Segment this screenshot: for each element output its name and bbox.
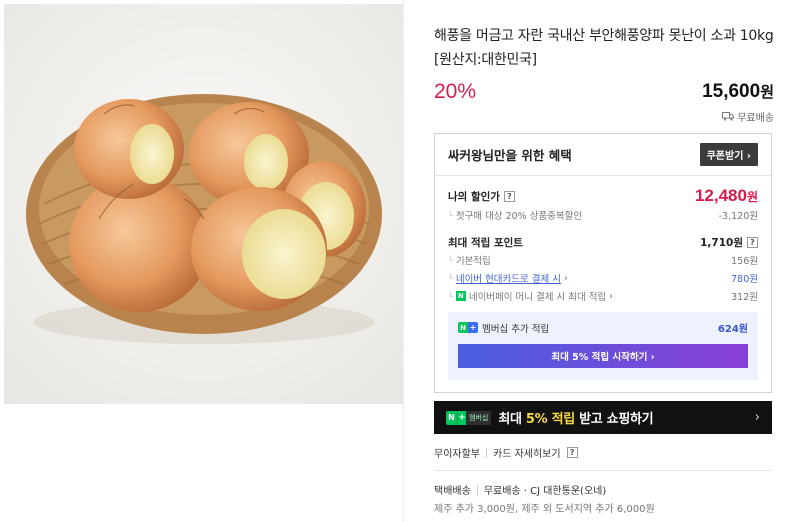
naver-plus-membership-badge: N + 멤버십 bbox=[446, 410, 492, 425]
sub-item-icon: └ bbox=[448, 291, 453, 301]
npay-points-value: 312원 bbox=[731, 292, 758, 303]
npay-points-label[interactable]: └ N 네이버페이 머니 결제 시 최대 적립 › bbox=[448, 289, 614, 304]
product-price: 15,600원 bbox=[702, 81, 774, 103]
sub-item-icon: └ bbox=[448, 255, 453, 265]
product-title: 해풍을 머금고 자란 국내산 부안해풍양파 못난이 소과 10kg [원산지:대… bbox=[434, 28, 774, 68]
product-photo bbox=[4, 4, 403, 404]
basic-points-label: └ 기본적립 bbox=[448, 253, 491, 268]
membership-label: N + 멤버십 추가 적립 bbox=[458, 321, 549, 335]
membership-row: N + 멤버십 추가 적립 624원 bbox=[458, 320, 748, 335]
chevron-right-icon: › bbox=[609, 290, 614, 302]
delivery-method: 택배배송 bbox=[434, 486, 471, 497]
membership-label-text: 멤버십 추가 적립 bbox=[482, 323, 550, 335]
badge-text: 멤버십 bbox=[466, 410, 492, 425]
my-price: 12,480원 bbox=[695, 186, 758, 206]
npay-points-row: └ N 네이버페이 머니 결제 시 최대 적립 › 312원 bbox=[448, 289, 758, 304]
price-currency: 원 bbox=[760, 83, 774, 101]
payment-row: 무이자할부 카드 자세히보기 ? bbox=[434, 445, 578, 460]
sub-item-icon: └ bbox=[448, 210, 453, 220]
delivery-extra-fee: 제주 추가 3,000원, 제주 외 도서지역 추가 6,000원 bbox=[434, 504, 655, 515]
benefit-title: 싸커왕님만을 위한 혜택 bbox=[448, 148, 572, 163]
basic-points-value: 156원 bbox=[731, 256, 758, 267]
product-image-panel bbox=[0, 0, 404, 522]
max-points-value: 1,710원 ? bbox=[700, 235, 758, 250]
delivery-row: 택배배송 무료배송 · CJ 대한통운(오네) bbox=[434, 482, 606, 497]
first-purchase-row: └ 첫구매 대상 20% 상품중복할인 -3,120원 bbox=[448, 208, 758, 223]
my-price-value: 12,480 bbox=[694, 186, 747, 205]
installment-label: 무이자할부 bbox=[434, 449, 480, 460]
npay-points-text: 네이버페이 머니 결제 시 최대 적립 bbox=[468, 292, 607, 303]
basic-points-text: 기본적립 bbox=[455, 256, 491, 267]
banner-text-before: 최대 bbox=[498, 412, 526, 427]
divider bbox=[476, 484, 478, 495]
max-points-label: 최대 적립 포인트 bbox=[448, 237, 523, 249]
card-points-row: └ 네이버 현대카드로 결제 시 › 780원 bbox=[448, 271, 758, 286]
card-points-value: 780원 bbox=[731, 274, 758, 285]
membership-value: 624원 bbox=[717, 324, 748, 335]
my-price-row: 나의 할인가 ? 12,480원 bbox=[448, 186, 758, 206]
my-price-label: 나의 할인가 ? bbox=[448, 189, 515, 204]
banner-highlight: 5% 적립 bbox=[525, 412, 575, 427]
banner-text-after: 받고 쇼핑하기 bbox=[574, 412, 654, 427]
price-value: 15,600 bbox=[702, 81, 761, 102]
help-icon[interactable]: ? bbox=[503, 190, 515, 202]
sub-item-icon: └ bbox=[448, 273, 453, 283]
divider bbox=[486, 447, 487, 458]
chevron-right-icon: › bbox=[754, 410, 760, 425]
onion-basket-image bbox=[4, 4, 403, 404]
membership-box: N + 멤버십 추가 적립 624원 최대 5% 적립 시작하기 › bbox=[448, 312, 758, 380]
naver-pay-icon: N bbox=[455, 291, 466, 301]
card-points-label[interactable]: └ 네이버 현대카드로 결제 시 › bbox=[448, 271, 568, 286]
benefit-box: 싸커왕님만을 위한 혜택 쿠폰받기 › 나의 할인가 ? 12,480원 └ 첫… bbox=[434, 133, 772, 393]
first-purchase-note: └ 첫구매 대상 20% 상품중복할인 bbox=[448, 208, 583, 223]
membership-banner[interactable]: N + 멤버십 최대 5% 적립 받고 쇼핑하기 › bbox=[434, 401, 772, 434]
truck-icon bbox=[722, 112, 735, 121]
delivery-fee: 무료배송 · CJ 대한통운(오네) bbox=[483, 486, 607, 497]
help-icon[interactable]: ? bbox=[747, 237, 758, 248]
my-price-currency: 원 bbox=[746, 190, 758, 204]
coupon-button[interactable]: 쿠폰받기 › bbox=[699, 143, 758, 166]
basic-points-row: └ 기본적립 156원 bbox=[448, 253, 758, 268]
divider bbox=[434, 470, 772, 471]
benefit-header: 싸커왕님만을 위한 혜택 쿠폰받기 › bbox=[435, 134, 771, 176]
card-points-link[interactable]: 네이버 현대카드로 결제 시 bbox=[456, 271, 561, 285]
first-purchase-amount: -3,120원 bbox=[718, 211, 758, 222]
discount-rate: 20% bbox=[434, 80, 477, 103]
help-icon[interactable]: ? bbox=[566, 447, 578, 458]
free-shipping-label: 무료배송 bbox=[722, 109, 774, 124]
my-price-label-text: 나의 할인가 bbox=[448, 190, 500, 203]
banner-text: 최대 5% 적립 받고 쇼핑하기 bbox=[498, 408, 653, 427]
chevron-right-icon: › bbox=[564, 272, 568, 284]
first-purchase-text: 첫구매 대상 20% 상품중복할인 bbox=[455, 211, 583, 222]
card-detail-link[interactable]: 카드 자세히보기 bbox=[493, 445, 561, 460]
free-shipping-text: 무료배송 bbox=[737, 113, 774, 124]
naver-plus-icon: N + bbox=[458, 322, 478, 333]
max-points-amount: 1,710원 bbox=[700, 237, 743, 249]
start-membership-button[interactable]: 최대 5% 적립 시작하기 › bbox=[458, 344, 748, 368]
max-points-row: 최대 적립 포인트 1,710원 ? bbox=[448, 235, 758, 250]
